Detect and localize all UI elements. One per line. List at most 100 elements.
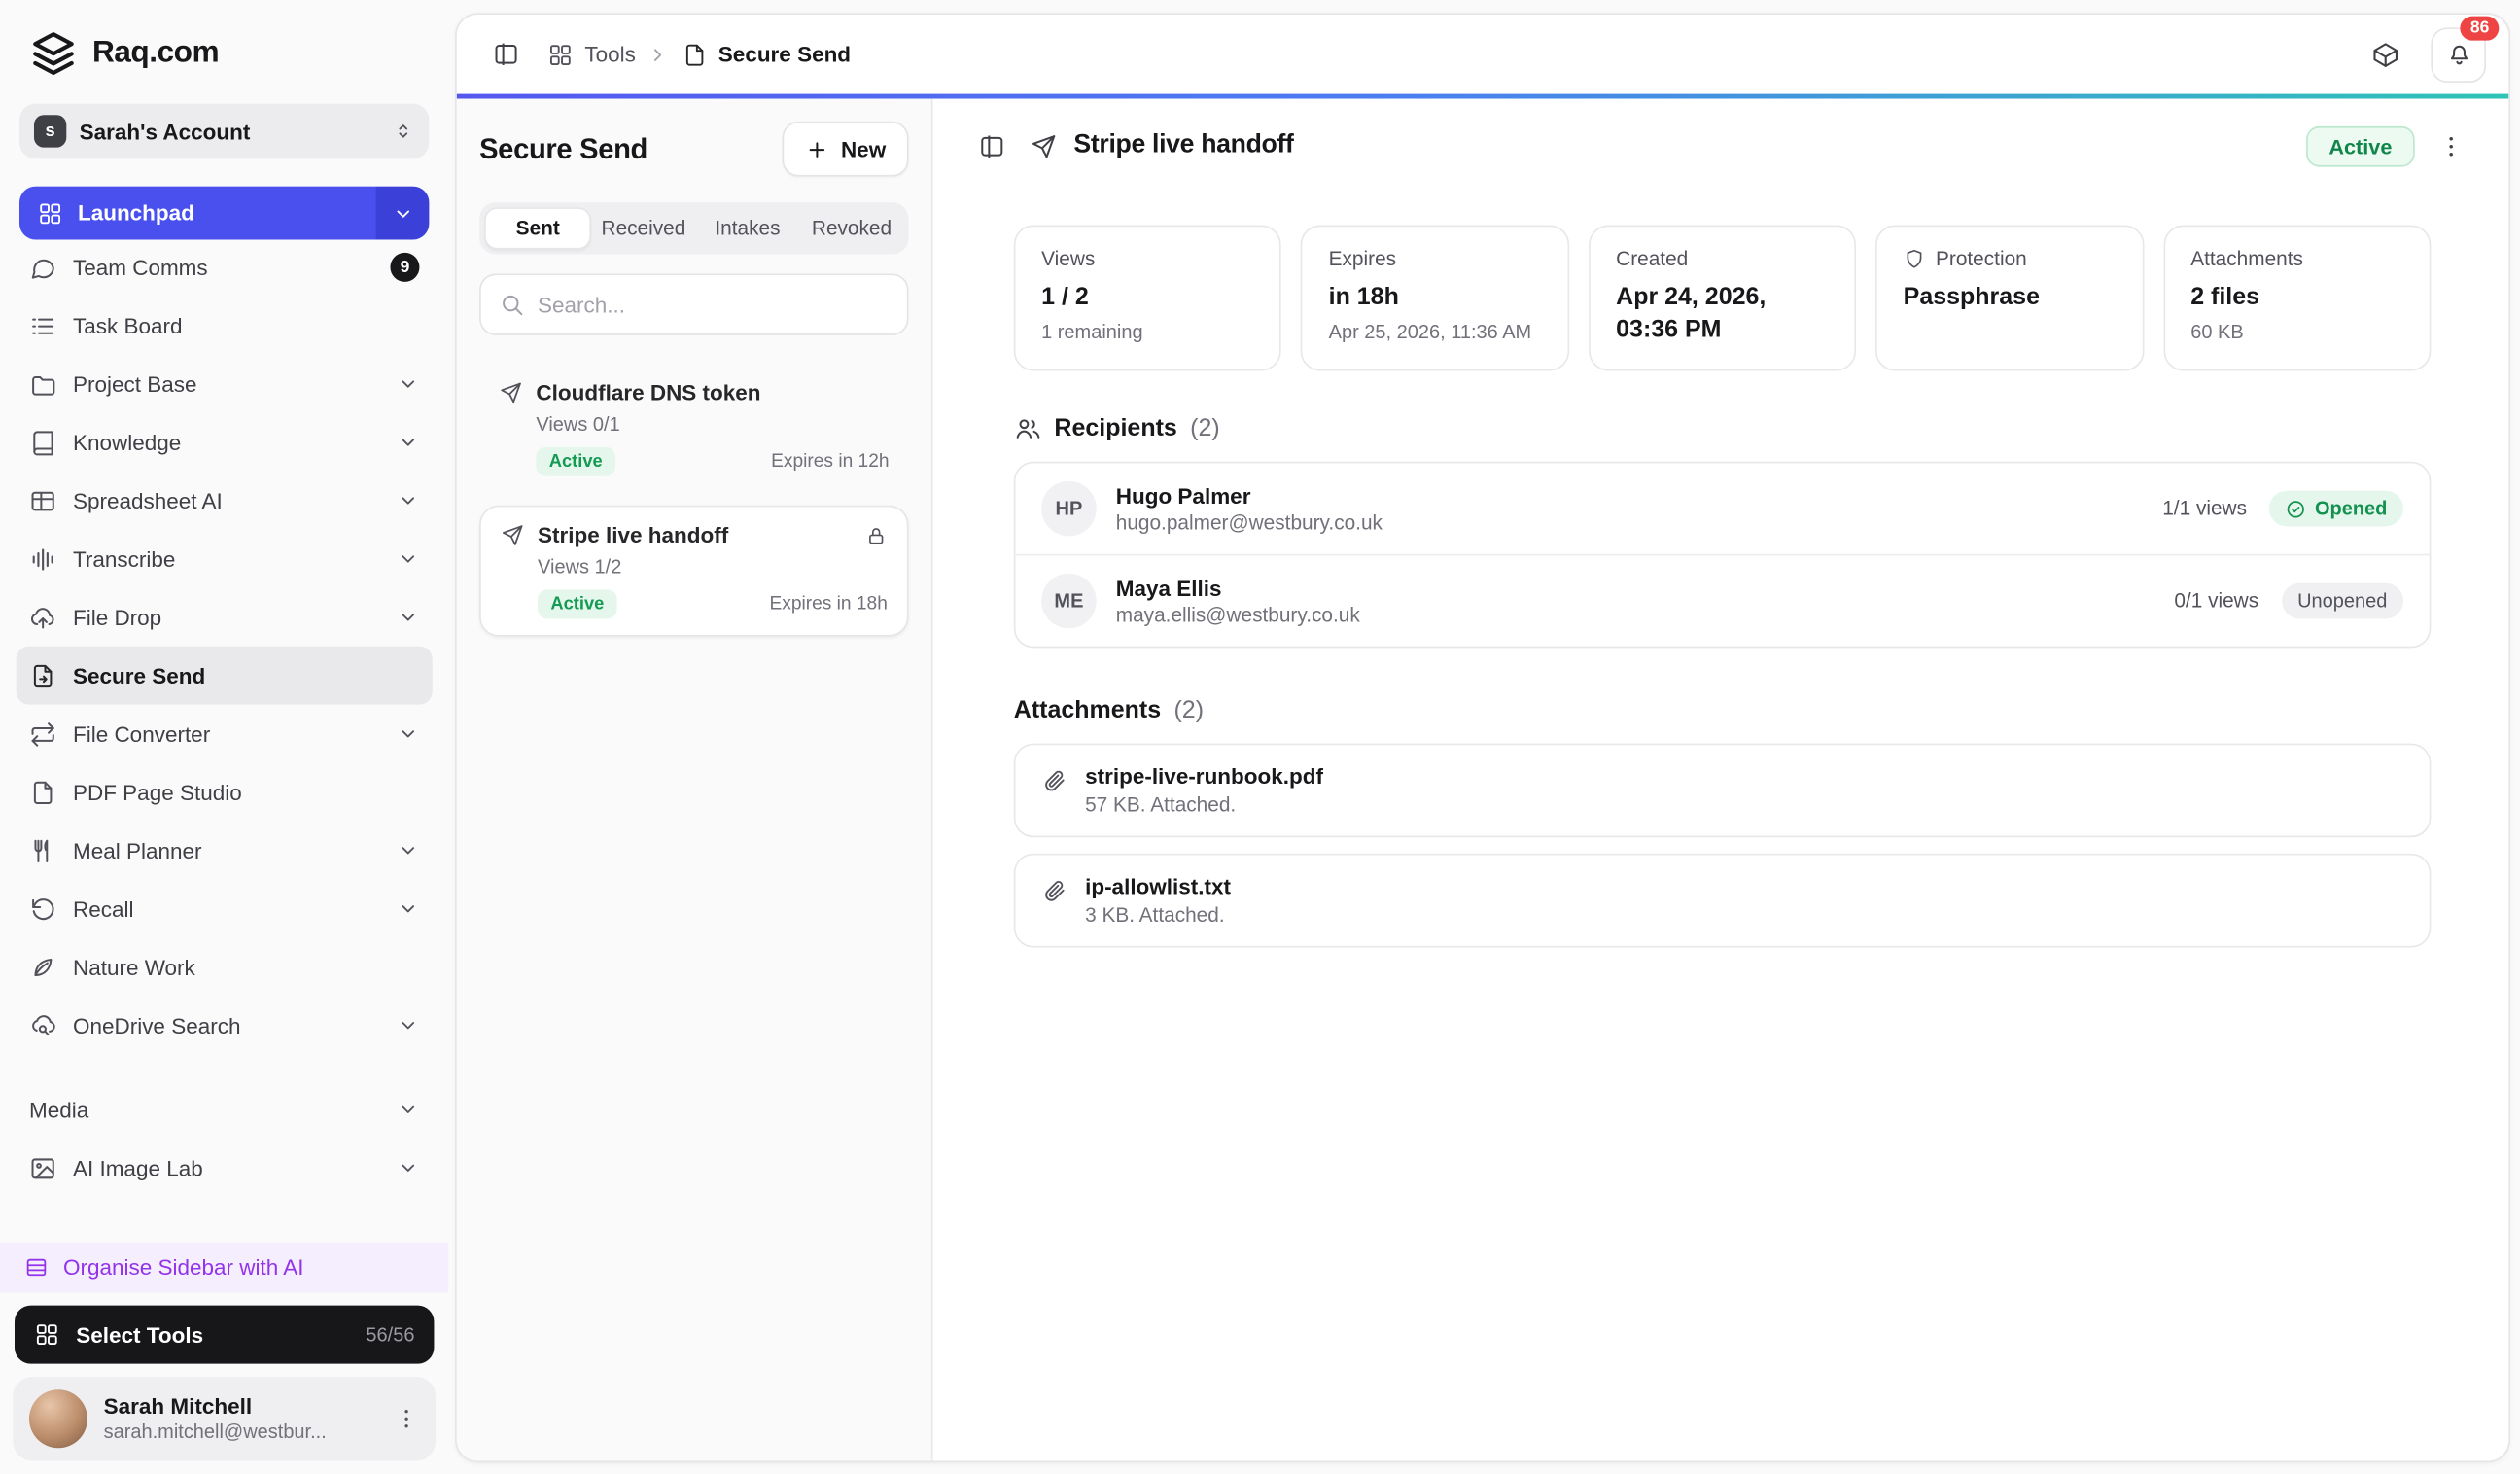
detail-title: Stripe live handoff: [1073, 131, 1293, 160]
send-icon: [1030, 132, 1057, 159]
sidebar-item-recall[interactable]: Recall: [17, 880, 433, 938]
grid-icon: [34, 1321, 60, 1348]
launchpad-label: Launchpad: [78, 201, 194, 226]
status-badge: Active: [2306, 125, 2415, 166]
notifications-button[interactable]: 86: [2431, 26, 2486, 82]
stats-row: Views 1 / 2 1 remaining Expires in 18h A…: [933, 193, 2509, 370]
sidebar-item-team-comms[interactable]: Team Comms 9: [17, 240, 433, 297]
sidebar-item-onedrive-search[interactable]: OneDrive Search: [17, 996, 433, 1054]
list-item-selected[interactable]: Stripe live handoff Views 1/2 Active Exp…: [479, 506, 908, 637]
new-button[interactable]: New: [783, 122, 909, 177]
more-menu-button[interactable]: [2425, 120, 2476, 171]
recipient-avatar: ME: [1041, 574, 1097, 629]
tools-grid-icon: [547, 41, 574, 67]
sidebar-item-nature-work[interactable]: Nature Work: [17, 937, 433, 996]
secure-send-detail-panel: Stripe live handoff Active Views 1 / 2 1…: [933, 99, 2509, 1461]
unopened-badge: Unopened: [2281, 583, 2403, 619]
unread-count-badge: 9: [390, 253, 419, 282]
sidebar-nav: Team Comms 9 Task Board Project Base Kno…: [0, 240, 448, 1243]
sidebar-item-meal-planner[interactable]: Meal Planner: [17, 822, 433, 880]
sidebar-layout-icon: [24, 1255, 49, 1280]
chevron-down-icon: [397, 547, 419, 570]
users-icon: [1014, 414, 1041, 441]
main-card: Tools Secure Send 86 Se: [455, 13, 2510, 1462]
sidebar-item-file-converter[interactable]: File Converter: [17, 705, 433, 763]
breadcrumb-tools[interactable]: Tools: [547, 41, 636, 67]
folder-icon: [29, 370, 56, 398]
collapse-list-button[interactable]: [965, 120, 1017, 171]
user-menu[interactable]: Sarah Mitchell sarah.mitchell@westbur...: [13, 1377, 436, 1461]
sidebar-item-ai-image-lab[interactable]: AI Image Lab: [17, 1139, 433, 1197]
recipients-card: HP Hugo Palmer hugo.palmer@westbury.co.u…: [1014, 462, 2432, 649]
recipient-row: ME Maya Ellis maya.ellis@westbury.co.uk …: [1015, 554, 2429, 647]
sidebar-item-file-drop[interactable]: File Drop: [17, 588, 433, 647]
panel-left-icon: [492, 41, 519, 68]
tab-sent[interactable]: Sent: [484, 207, 591, 249]
sidebar-item-transcribe[interactable]: Transcribe: [17, 530, 433, 588]
attachment-card[interactable]: ip-allowlist.txt 3 KB. Attached.: [1014, 854, 2432, 948]
chevron-down-icon: [397, 722, 419, 745]
cloud-search-icon: [29, 1011, 56, 1038]
launchpad-expand-button[interactable]: [375, 187, 429, 240]
chevron-down-icon: [397, 372, 419, 395]
organise-sidebar-ai-button[interactable]: Organise Sidebar with AI: [0, 1243, 448, 1293]
app-root: Raq.com s Sarah's Account Launchpad: [0, 0, 2520, 1474]
sidebar-item-task-board[interactable]: Task Board: [17, 297, 433, 355]
image-icon: [29, 1154, 56, 1181]
chevron-right-icon: [646, 43, 668, 65]
account-switcher[interactable]: s Sarah's Account: [19, 104, 429, 159]
tools-count: 56/56: [366, 1323, 414, 1346]
plus-icon: [805, 137, 829, 161]
utensils-icon: [29, 836, 56, 863]
attachments-heading: Attachments (2): [1014, 696, 2432, 723]
paperclip-icon: [1041, 768, 1068, 794]
panel-title: Secure Send: [479, 132, 648, 166]
brand: Raq.com: [19, 26, 429, 104]
tab-intakes[interactable]: Intakes: [695, 207, 799, 249]
sidebar-footer: Organise Sidebar with AI Select Tools 56…: [0, 1243, 448, 1474]
cloud-upload-icon: [29, 604, 56, 631]
sidebar-item-launchpad: Launchpad: [19, 187, 429, 240]
list-item[interactable]: Cloudflare DNS token Views 0/1 Active Ex…: [479, 365, 908, 493]
chevron-down-icon: [397, 897, 419, 920]
secure-send-list-panel: Secure Send New Sent Received Intakes Re…: [457, 99, 933, 1461]
search-box: [479, 274, 908, 335]
launchpad-icon: [37, 200, 63, 227]
sidebar-item-project-base[interactable]: Project Base: [17, 355, 433, 413]
sidebar-item-knowledge[interactable]: Knowledge: [17, 413, 433, 472]
chevron-down-icon: [397, 839, 419, 861]
attachment-card[interactable]: stripe-live-runbook.pdf 57 KB. Attached.: [1014, 744, 2432, 838]
sidebar-section-media[interactable]: Media: [17, 1080, 433, 1139]
status-badge: Active: [536, 447, 615, 476]
panel-collapse-icon: [977, 132, 1004, 159]
account-name: Sarah's Account: [80, 119, 379, 143]
secure-send-icon: [681, 41, 707, 67]
stat-created: Created Apr 24, 2026, 03:36 PM: [1589, 226, 1857, 371]
lock-icon: [865, 524, 888, 546]
sidebar-item-secure-send[interactable]: Secure Send: [17, 647, 433, 705]
search-input[interactable]: [538, 293, 889, 317]
package-icon: [2371, 40, 2400, 69]
chevron-down-icon: [397, 1014, 419, 1036]
waveform-icon: [29, 545, 56, 573]
recipient-row: HP Hugo Palmer hugo.palmer@westbury.co.u…: [1015, 463, 2429, 553]
breadcrumb-current: Secure Send: [681, 41, 851, 67]
package-button[interactable]: [2360, 28, 2411, 80]
select-tools-button[interactable]: Select Tools 56/56: [15, 1306, 434, 1364]
recipient-avatar: HP: [1041, 481, 1097, 537]
sidebar-item-pdf-page-studio[interactable]: PDF Page Studio: [17, 763, 433, 822]
stat-expires: Expires in 18h Apr 25, 2026, 11:36 AM: [1301, 226, 1569, 371]
checklist-icon: [29, 312, 56, 339]
tab-received[interactable]: Received: [591, 207, 695, 249]
sidebar-item-spreadsheet-ai[interactable]: Spreadsheet AI: [17, 472, 433, 530]
book-icon: [29, 429, 56, 456]
dots-vertical-icon[interactable]: [394, 1406, 420, 1432]
launchpad-button[interactable]: Launchpad: [19, 187, 375, 240]
recipients-heading: Recipients (2): [1014, 414, 2432, 441]
sidebar-toggle-button[interactable]: [479, 28, 531, 80]
opened-badge: Opened: [2269, 491, 2403, 527]
chevron-down-icon: [397, 431, 419, 453]
tab-revoked[interactable]: Revoked: [799, 207, 903, 249]
rotate-icon: [29, 895, 56, 922]
list-tabs: Sent Received Intakes Revoked: [479, 202, 908, 254]
